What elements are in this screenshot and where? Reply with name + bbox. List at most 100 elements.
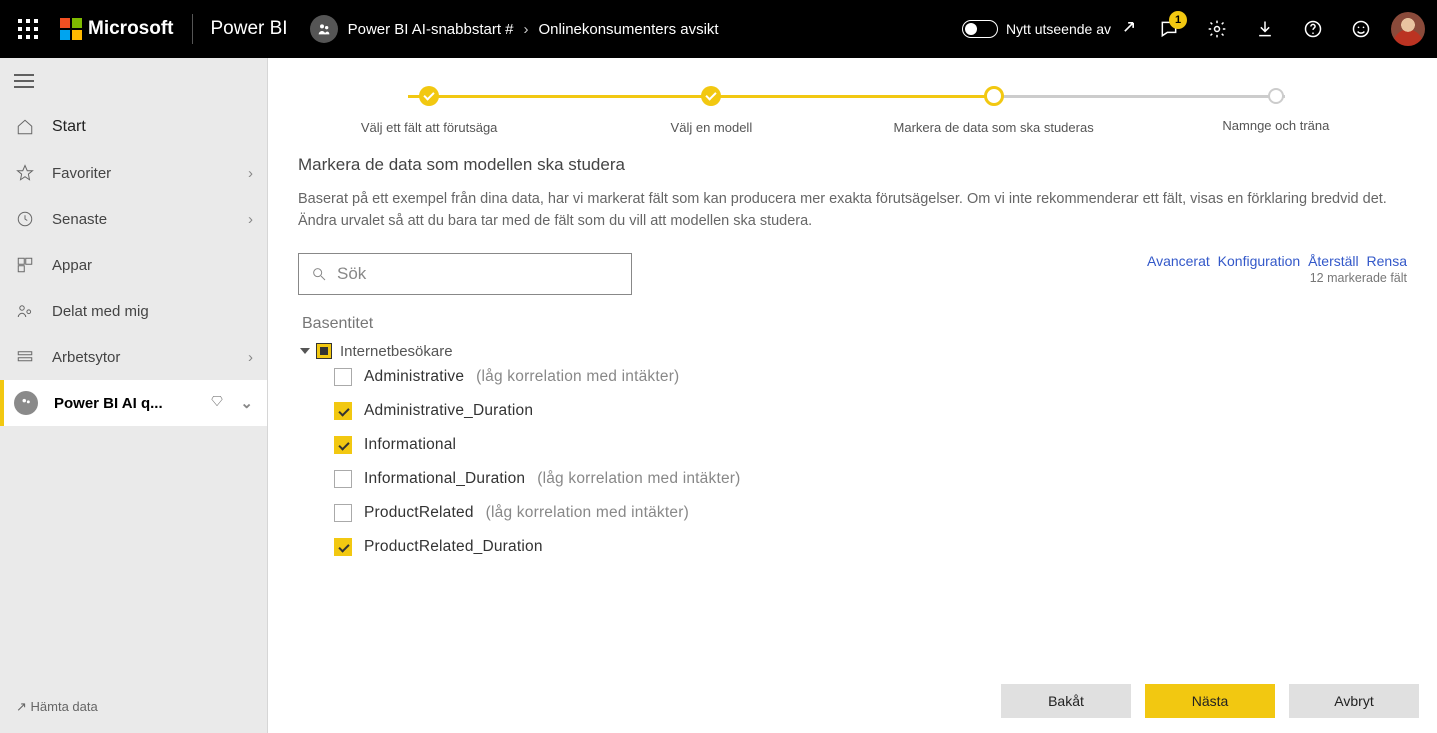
wizard-footer: Bakåt Nästa Avbryt <box>268 669 1437 733</box>
checkbox[interactable] <box>334 504 352 522</box>
popout-icon[interactable] <box>1119 17 1139 42</box>
sidebar-item-label: Power BI AI q... <box>54 395 194 412</box>
selected-count: 12 markerade fält <box>1143 271 1407 285</box>
tree-item-label: Informational <box>364 436 456 454</box>
chevron-down-icon[interactable]: ⌄ <box>240 394 253 412</box>
checkbox[interactable] <box>334 436 352 454</box>
tree-item[interactable]: Administrative_Duration <box>334 402 1389 420</box>
star-icon <box>14 164 36 182</box>
sidebar-item-workspaces[interactable]: Arbetsytor › <box>0 334 267 380</box>
tree-item-hint: (låg korrelation med intäkter) <box>486 504 689 522</box>
hamburger-icon[interactable] <box>0 58 267 104</box>
cancel-button[interactable]: Avbryt <box>1289 684 1419 718</box>
toggle-label: Nytt utseende av <box>1006 21 1111 37</box>
settings-icon[interactable] <box>1193 5 1241 53</box>
toggle-switch-icon[interactable] <box>962 20 998 38</box>
step-3[interactable]: Markera de data som ska studeras <box>853 86 1135 135</box>
download-icon[interactable] <box>1241 5 1289 53</box>
feedback-icon[interactable] <box>1337 5 1385 53</box>
wizard-stepper: Välj ett fält att förutsäga Välj en mode… <box>268 58 1437 145</box>
tree-item-label: ProductRelated <box>364 504 474 522</box>
checkbox-partial[interactable] <box>316 343 332 359</box>
tree-root-label: Internetbesökare <box>340 343 453 360</box>
tree-item[interactable]: Informational <box>334 436 1389 454</box>
tree-item[interactable]: ProductRelated_Duration <box>334 538 1389 556</box>
home-icon <box>14 118 36 136</box>
sidebar-item-recent[interactable]: Senaste › <box>0 196 267 242</box>
sidebar-item-shared[interactable]: Delat med mig <box>0 288 267 334</box>
chevron-right-icon: › <box>248 211 253 228</box>
sidebar-item-label: Appar <box>52 257 253 274</box>
get-data-icon: ↗ <box>16 699 27 714</box>
new-look-toggle[interactable]: Nytt utseende av <box>962 17 1139 42</box>
back-button[interactable]: Bakåt <box>1001 684 1131 718</box>
tree-item-label: Administrative <box>364 368 464 386</box>
checkbox[interactable] <box>334 538 352 556</box>
section-title: Markera de data som modellen ska studera <box>298 155 1407 175</box>
checkbox[interactable] <box>334 470 352 488</box>
breadcrumb-workspace[interactable]: Power BI AI-snabbstart # <box>348 21 514 38</box>
tree-item-hint: (låg korrelation med intäkter) <box>476 368 679 386</box>
step-connector <box>701 95 993 98</box>
breadcrumb: Power BI AI-snabbstart # › Onlinekonsume… <box>310 15 719 43</box>
workspace-avatar-icon[interactable] <box>310 15 338 43</box>
tree-root[interactable]: Internetbesökare <box>302 343 1389 360</box>
breadcrumb-page[interactable]: Onlinekonsumenters avsikt <box>539 21 719 38</box>
apps-icon <box>14 256 36 274</box>
expand-caret-icon[interactable] <box>300 348 310 354</box>
tree-item[interactable]: ProductRelated (låg korrelation med intä… <box>334 504 1389 522</box>
main-content: Välj ett fält att förutsäga Välj en mode… <box>268 58 1437 733</box>
checkbox[interactable] <box>334 368 352 386</box>
sidebar-item-start[interactable]: Start <box>0 104 267 150</box>
sidebar-item-label: Senaste <box>52 211 232 228</box>
app-launcher-icon[interactable] <box>4 5 52 53</box>
workspace-avatar-icon <box>14 391 38 415</box>
workspaces-icon <box>14 348 36 366</box>
search-input-wrapper[interactable] <box>298 253 632 295</box>
tree-item[interactable]: Administrative (låg korrelation med intä… <box>334 368 1389 386</box>
field-tree[interactable]: Basentitet Internetbesökare Administrati… <box>298 307 1407 670</box>
sidebar-item-label: Arbetsytor <box>52 349 232 366</box>
step-1[interactable]: Välj ett fält att förutsäga <box>288 86 570 135</box>
sidebar: Start Favoriter › Senaste › Appar Delat … <box>0 58 268 733</box>
step-current-icon <box>984 86 1004 106</box>
step-connector <box>993 95 1285 98</box>
sidebar-item-label: Favoriter <box>52 165 232 182</box>
link-clear[interactable]: Rensa <box>1367 253 1407 269</box>
step-4: Namnge och träna <box>1135 86 1417 133</box>
next-button[interactable]: Nästa <box>1145 684 1275 718</box>
sidebar-item-active-workspace[interactable]: Power BI AI q... ⌄ <box>0 380 267 426</box>
step-connector <box>408 95 700 98</box>
user-avatar[interactable] <box>1391 12 1425 46</box>
chevron-right-icon: › <box>248 165 253 182</box>
step-future-icon <box>1268 88 1284 104</box>
step-done-icon <box>701 86 721 106</box>
sidebar-item-label: Start <box>52 118 253 136</box>
chevron-right-icon: › <box>248 349 253 366</box>
step-2[interactable]: Välj en modell <box>570 86 852 135</box>
product-name[interactable]: Power BI <box>211 18 288 40</box>
sidebar-get-data[interactable]: ↗ Hämta data <box>0 689 267 733</box>
link-advanced[interactable]: Avancerat <box>1147 253 1210 269</box>
sidebar-footer-label: Hämta data <box>31 699 98 714</box>
link-reset[interactable]: Återställ <box>1308 253 1359 269</box>
sidebar-item-apps[interactable]: Appar <box>0 242 267 288</box>
section-description: Baserat på ett exempel från dina data, h… <box>298 189 1407 233</box>
step-label: Välj en modell <box>570 120 852 135</box>
chevron-right-icon: › <box>524 21 529 38</box>
base-entity-label: Basentitet <box>302 315 1389 333</box>
separator <box>192 14 193 44</box>
step-label: Välj ett fält att förutsäga <box>288 120 570 135</box>
search-input[interactable] <box>337 264 619 284</box>
checkbox[interactable] <box>334 402 352 420</box>
sidebar-item-favorites[interactable]: Favoriter › <box>0 150 267 196</box>
tree-item[interactable]: Informational_Duration (låg korrelation … <box>334 470 1389 488</box>
top-header: Microsoft Power BI Power BI AI-snabbstar… <box>0 0 1437 58</box>
help-icon[interactable] <box>1289 5 1337 53</box>
tree-item-label: Informational_Duration <box>364 470 525 488</box>
link-configuration[interactable]: Konfiguration <box>1218 253 1301 269</box>
step-done-icon <box>419 86 439 106</box>
notification-badge: 1 <box>1169 11 1187 29</box>
tree-item-label: ProductRelated_Duration <box>364 538 543 556</box>
notifications-icon[interactable]: 1 <box>1145 5 1193 53</box>
